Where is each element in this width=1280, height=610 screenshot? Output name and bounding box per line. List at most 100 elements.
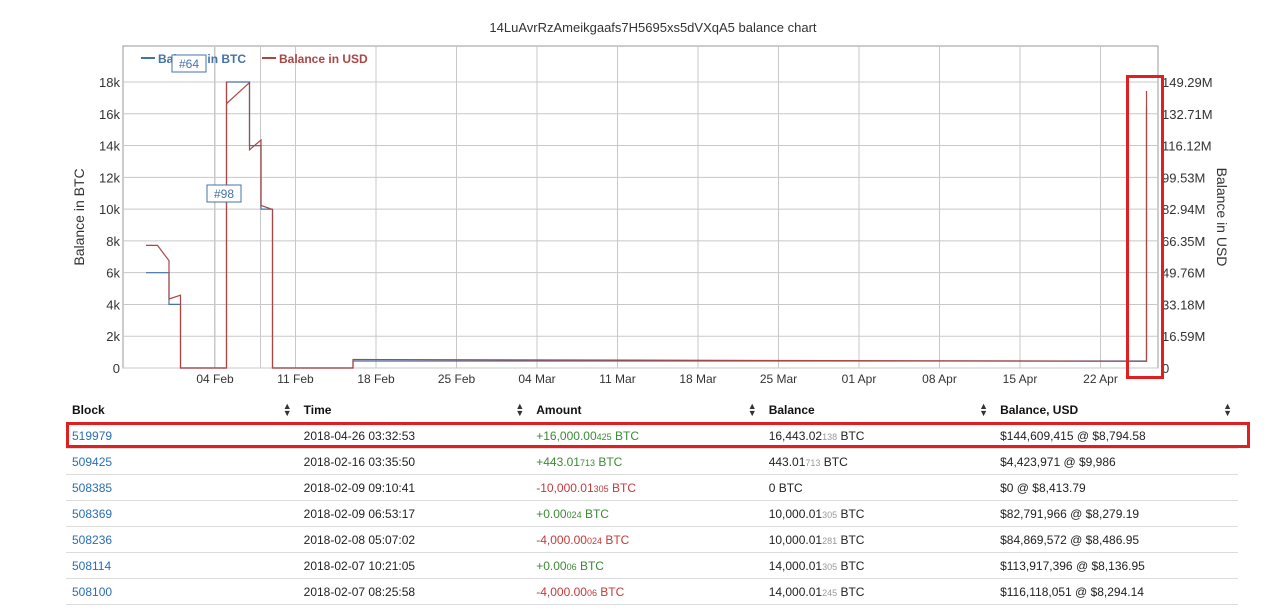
cell-time: 2018-04-26 03:32:53 xyxy=(297,422,531,449)
y2-tick-label: 99.53M xyxy=(1162,170,1205,185)
cell-block: 508369 xyxy=(66,500,298,527)
y2-tick-label: 132.71M xyxy=(1162,107,1213,122)
cell-time: 2018-02-07 08:25:58 xyxy=(297,578,531,605)
amount-main: +16,000.00 xyxy=(536,428,597,443)
table-row: 508385 2018-02-09 09:10:41 -10,000.01305 B… xyxy=(66,474,1238,501)
cell-balance-usd: $113,917,396 @ $8,136.95 xyxy=(994,552,1238,579)
block-link[interactable]: 519979 xyxy=(72,429,112,443)
cell-balance-usd: $4,423,971 @ $9,986 xyxy=(994,448,1238,475)
balance-small-digits: 138 xyxy=(822,431,838,442)
amount-small-digits: 024 xyxy=(586,535,602,546)
cell-balance-usd: $116,118,051 @ $8,294.14 xyxy=(994,578,1238,605)
x-axis: 04 Feb 11 Feb 18 Feb 25 Feb 04 Mar 11 Mar 18 M… xyxy=(196,372,1118,386)
y2-axis-label: Balance in USD xyxy=(1214,168,1230,267)
y2-tick-label: 33.18M xyxy=(1162,297,1205,312)
amount-small-digits: 024 xyxy=(566,509,582,520)
cell-time: 2018-02-08 05:07:02 xyxy=(297,526,531,553)
col-amount-header[interactable]: Amount ▲ ▼ xyxy=(530,398,763,423)
cell-time: 2018-02-16 03:35:50 xyxy=(297,448,531,475)
cell-balance-usd: $84,869,572 @ $8,486.95 xyxy=(994,526,1238,553)
cell-amount: -4,000.00024 BTC xyxy=(530,526,763,553)
balance-main: 14,000.01 xyxy=(768,584,823,599)
amount-unit: BTC xyxy=(611,428,640,443)
y-axis-label: Balance in BTC xyxy=(71,168,87,265)
balance-small-digits: 245 xyxy=(822,587,838,598)
y-tick-label: 2k xyxy=(106,329,120,344)
amount-unit: BTC xyxy=(594,454,623,469)
cell-block: 508385 xyxy=(66,474,298,501)
y2-tick-label: 116.12M xyxy=(1162,139,1212,154)
cell-balance: 10,000.01305 BTC xyxy=(762,500,995,527)
y2-tick-label: 149.29M xyxy=(1162,75,1213,90)
sort-icon[interactable]: ▲ ▼ xyxy=(748,402,757,418)
col-balance-usd-header[interactable]: Balance, USD ▲ ▼ xyxy=(994,398,1238,423)
cell-time: 2018-02-09 09:10:41 xyxy=(297,474,531,501)
amount-unit: BTC xyxy=(576,558,604,573)
block-link[interactable]: 508369 xyxy=(72,507,112,521)
amount-unit: BTC xyxy=(608,480,636,495)
cell-amount: +16,000.00425 BTC xyxy=(530,422,763,449)
table-row: 508100 2018-02-07 08:25:58 -4,000.0006 BTC… xyxy=(66,578,1238,605)
sort-icon[interactable]: ▲ ▼ xyxy=(979,402,988,418)
col-balance-label: Balance xyxy=(768,403,815,417)
y-axis-right: 0 16.59M 33.18M 49.76M 66.35M 82.94M 99.53M 116… xyxy=(1162,75,1213,376)
sort-icon[interactable]: ▲ ▼ xyxy=(1223,402,1232,418)
sort-icon[interactable]: ▲ ▼ xyxy=(515,402,524,418)
col-block-label: Block xyxy=(72,403,105,417)
amount-small-digits: 425 xyxy=(596,431,612,442)
table-row: 519979 2018-04-26 03:32:53 +16,000.00425 B… xyxy=(66,422,1238,449)
balance-unit: BTC xyxy=(820,454,848,469)
y2-tick-label: 66.35M xyxy=(1162,234,1205,249)
col-time-label: Time xyxy=(303,403,332,417)
x-tick-label: 04 Feb xyxy=(196,372,234,386)
col-balance-usd-label: Balance, USD xyxy=(1000,403,1079,417)
block-link[interactable]: 508236 xyxy=(72,533,112,547)
x-tick-label: 08 Apr xyxy=(922,372,957,386)
balance-unit: BTC xyxy=(837,506,865,521)
series-btc-line xyxy=(146,81,1148,369)
col-block-header[interactable]: Block ▲ ▼ xyxy=(66,398,298,423)
cell-block: 508100 xyxy=(66,578,298,605)
balance-main: 10,000.01 xyxy=(768,532,823,547)
x-tick-label: 18 Mar xyxy=(679,372,716,386)
amount-small-digits: 06 xyxy=(566,561,577,572)
amount-unit: BTC xyxy=(596,584,625,599)
balance-main: 443.01 xyxy=(768,454,806,469)
balance-unit: BTC xyxy=(837,558,865,573)
x-tick-label: 25 Mar xyxy=(760,372,797,386)
col-amount-label: Amount xyxy=(536,403,582,417)
balance-main: 0 BTC xyxy=(768,480,803,495)
balance-small-digits: 305 xyxy=(822,509,838,520)
legend-usd-label[interactable]: Balance in USD xyxy=(279,52,368,66)
block-link[interactable]: 508100 xyxy=(72,585,112,599)
balance-chart: 14LuAvrRzAmeikgaafs7H5695xs5dVXqA5 balan… xyxy=(71,20,1230,386)
col-time-header[interactable]: Time ▲ ▼ xyxy=(297,398,531,423)
transactions-table: Block ▲ ▼ Time ▲ ▼ Amount ▲ ▼ Balance ▲ ▼ Balanc… xyxy=(66,398,1238,605)
y2-tick-label: 49.76M xyxy=(1162,266,1205,281)
balance-unit: BTC xyxy=(837,584,865,599)
table-header-row: Block ▲ ▼ Time ▲ ▼ Amount ▲ ▼ Balance ▲ ▼ Balanc… xyxy=(66,398,1238,423)
plot-frame xyxy=(122,45,1159,369)
sort-icon[interactable]: ▲ ▼ xyxy=(283,402,292,418)
amount-small-digits: 713 xyxy=(579,457,595,468)
amount-main: -4,000.00 xyxy=(536,584,587,599)
block-link[interactable]: 508114 xyxy=(72,559,111,573)
cell-time: 2018-02-07 10:21:05 xyxy=(297,552,531,579)
balance-unit: BTC xyxy=(837,428,865,443)
y-tick-label: 8k xyxy=(106,234,120,249)
table-row: 509425 2018-02-16 03:35:50 +443.01713 BTC 4… xyxy=(66,448,1238,475)
cell-amount: +0.00024 BTC xyxy=(530,500,763,527)
chart-grid xyxy=(122,45,1159,369)
cell-balance-usd: $82,791,966 @ $8,279.19 xyxy=(994,500,1238,527)
x-tick-label: 11 Mar xyxy=(599,372,635,386)
cell-balance: 443.01713 BTC xyxy=(762,448,995,475)
y-axis-left: 0 2k 4k 6k 8k 10k 12k 14k 16k 18k xyxy=(99,75,120,376)
block-link[interactable]: 508385 xyxy=(72,481,112,495)
chart-title: 14LuAvrRzAmeikgaafs7H5695xs5dVXqA5 balan… xyxy=(489,20,817,35)
cell-balance: 14,000.01305 BTC xyxy=(762,552,995,579)
block-link[interactable]: 509425 xyxy=(72,455,112,469)
y-tick-label: 0 xyxy=(113,361,120,376)
balance-small-digits: 305 xyxy=(822,561,838,572)
col-balance-header[interactable]: Balance ▲ ▼ xyxy=(762,398,995,423)
amount-main: +443.01 xyxy=(536,454,580,469)
